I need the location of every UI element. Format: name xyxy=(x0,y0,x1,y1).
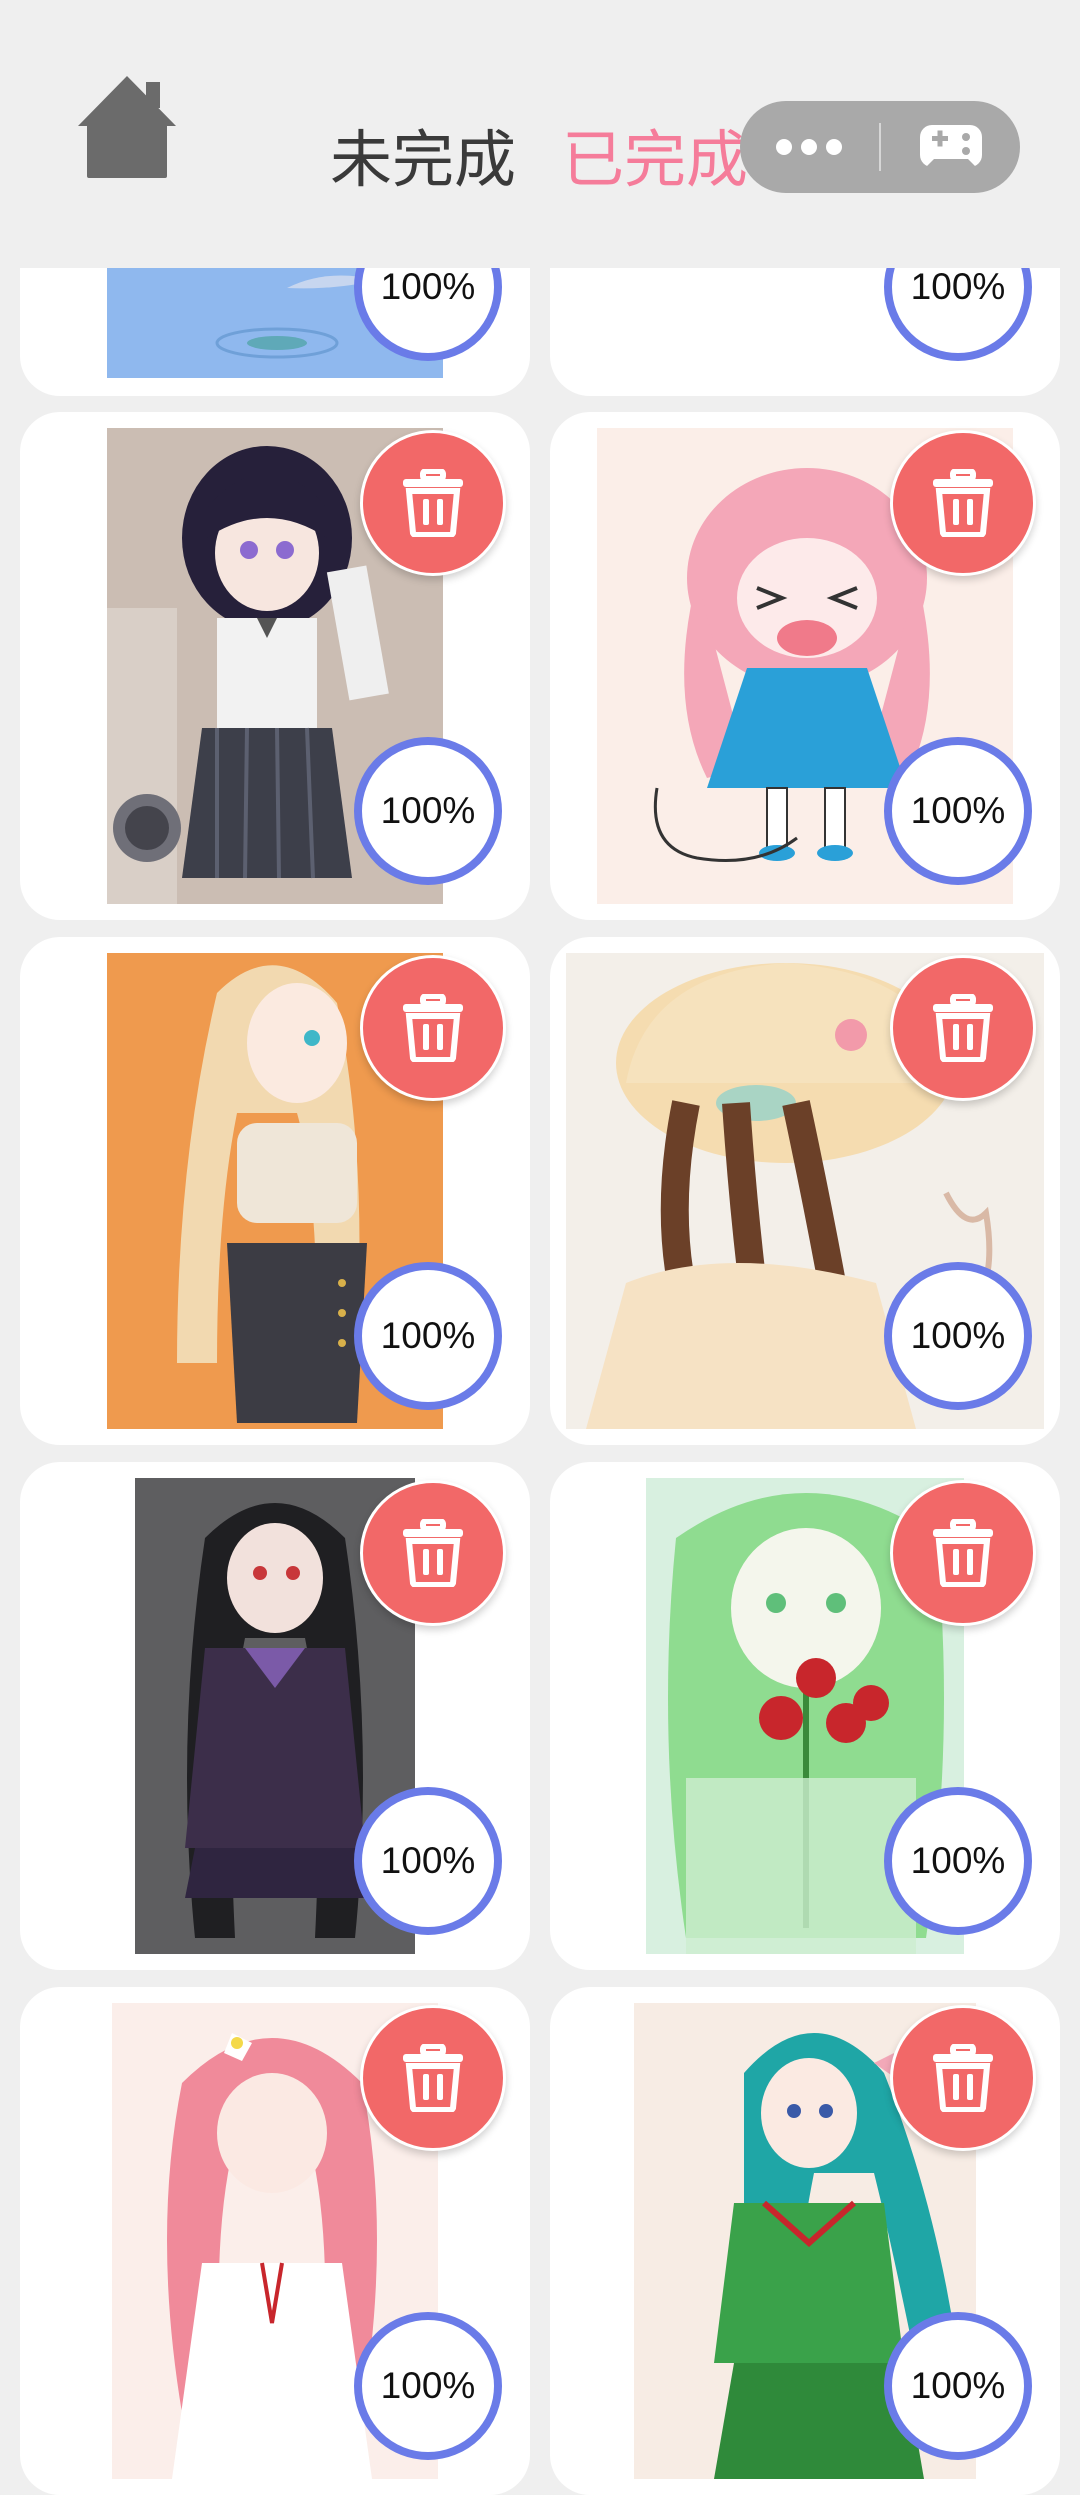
trash-icon xyxy=(403,994,463,1062)
trash-icon xyxy=(403,469,463,537)
work-card[interactable]: 100% xyxy=(550,1462,1060,1970)
work-card[interactable]: 100% xyxy=(20,937,530,1445)
progress-badge: 100% xyxy=(354,1262,502,1410)
progress-badge: 100% xyxy=(354,737,502,885)
trash-icon xyxy=(933,994,993,1062)
trash-icon xyxy=(403,1519,463,1587)
progress-badge: 100% xyxy=(354,2312,502,2460)
progress-badge: 100% xyxy=(884,737,1032,885)
delete-button[interactable] xyxy=(360,1480,506,1626)
progress-badge: 100% xyxy=(884,1787,1032,1935)
work-card[interactable]: 100% xyxy=(550,1987,1060,2495)
work-card[interactable]: 100% xyxy=(550,937,1060,1445)
mini-program-capsule xyxy=(740,101,1020,193)
more-dots-icon[interactable] xyxy=(740,101,878,193)
trash-icon xyxy=(933,2044,993,2112)
delete-button[interactable] xyxy=(890,955,1036,1101)
gamepad-icon[interactable] xyxy=(882,101,1020,193)
completed-works-grid: 100% 100% 100% 100% 100% 100% 100% 100% … xyxy=(0,0,1080,2495)
trash-icon xyxy=(933,469,993,537)
delete-button[interactable] xyxy=(360,2005,506,2151)
work-card[interactable]: 100% xyxy=(550,412,1060,920)
delete-button[interactable] xyxy=(890,1480,1036,1626)
tab-incomplete[interactable]: 未完成 xyxy=(330,120,516,200)
work-card[interactable]: 100% xyxy=(20,1462,530,1970)
top-bar: 未完成 已完成 xyxy=(0,0,1080,268)
delete-button[interactable] xyxy=(890,2005,1036,2151)
work-card[interactable]: 100% xyxy=(20,412,530,920)
delete-button[interactable] xyxy=(360,955,506,1101)
tab-complete[interactable]: 已完成 xyxy=(562,120,748,200)
trash-icon xyxy=(403,2044,463,2112)
capsule-divider xyxy=(879,123,881,171)
progress-badge: 100% xyxy=(884,1262,1032,1410)
home-icon[interactable] xyxy=(72,70,182,182)
work-card[interactable]: 100% xyxy=(20,1987,530,2495)
trash-icon xyxy=(933,1519,993,1587)
delete-button[interactable] xyxy=(890,430,1036,576)
progress-badge: 100% xyxy=(884,2312,1032,2460)
delete-button[interactable] xyxy=(360,430,506,576)
progress-badge: 100% xyxy=(354,1787,502,1935)
